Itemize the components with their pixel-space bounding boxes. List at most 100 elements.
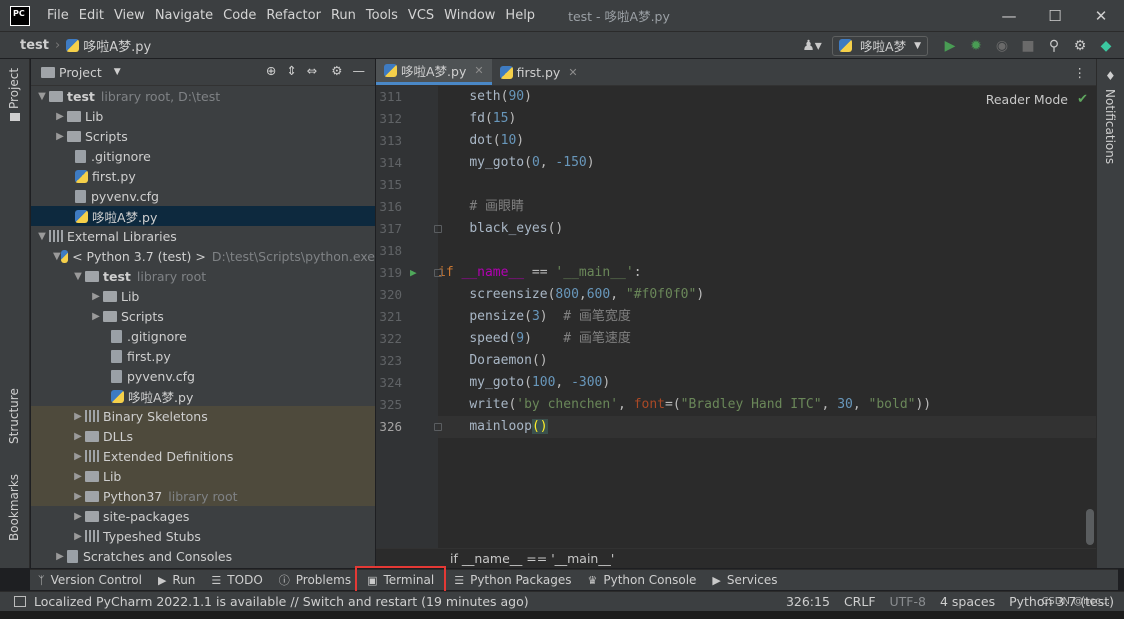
- tree-node[interactable]: pyvenv.cfg: [31, 366, 375, 386]
- chevron-right-icon[interactable]: ▶: [53, 131, 67, 142]
- chevron-right-icon[interactable]: ▶: [71, 471, 85, 482]
- tree-node[interactable]: first.py: [31, 166, 375, 186]
- run-config-selector[interactable]: 哆啦A梦 ▼: [832, 35, 928, 56]
- close-icon[interactable]: ✕: [474, 64, 483, 77]
- fold-icon[interactable]: [434, 423, 442, 431]
- gear-icon[interactable]: ⚙: [1070, 36, 1090, 56]
- menu-window[interactable]: Window: [439, 8, 500, 23]
- chevron-right-icon[interactable]: ▶: [71, 491, 85, 502]
- chevron-right-icon[interactable]: ▶: [53, 551, 67, 562]
- user-icon[interactable]: ♟▾: [798, 36, 826, 56]
- tree-node[interactable]: ▼ test library root, D:\test: [31, 86, 375, 106]
- hide-icon[interactable]: —: [353, 63, 366, 78]
- chevron-right-icon[interactable]: ▶: [89, 291, 103, 302]
- gear-icon[interactable]: ⚙: [331, 63, 342, 78]
- chevron-right-icon[interactable]: ▶: [71, 511, 85, 522]
- terminal-button[interactable]: ▣ Terminal: [355, 565, 447, 595]
- file-encoding[interactable]: UTF-8: [890, 594, 926, 609]
- tree-node[interactable]: ▶ Lib: [31, 286, 375, 306]
- menu-code[interactable]: Code: [218, 8, 261, 23]
- menu-view[interactable]: View: [109, 8, 150, 23]
- python-console-button[interactable]: ♛ Python Console: [579, 570, 704, 591]
- status-message[interactable]: Localized PyCharm 2022.1.1 is available …: [14, 594, 529, 609]
- breadcrumb-file[interactable]: 哆啦A梦.py: [83, 36, 151, 55]
- maximize-icon[interactable]: ☐: [1032, 0, 1078, 31]
- project-panel-title[interactable]: Project: [59, 65, 102, 80]
- tree-node[interactable]: ▶ Typeshed Stubs: [31, 526, 375, 546]
- chevron-right-icon[interactable]: ▶: [53, 111, 67, 122]
- tree-node[interactable]: ▶ Extended Definitions: [31, 446, 375, 466]
- tree-node[interactable]: ▶ Lib: [31, 466, 375, 486]
- vertical-scrollbar[interactable]: [1086, 509, 1094, 545]
- run-button[interactable]: ▶ Run: [150, 570, 203, 591]
- run-icon[interactable]: ▶: [940, 36, 960, 56]
- notifications-tool-button[interactable]: Notifications: [1103, 89, 1117, 164]
- fold-icon[interactable]: [434, 269, 442, 277]
- tree-node[interactable]: pyvenv.cfg: [31, 186, 375, 206]
- tab-doraemon[interactable]: 哆啦A梦.py ✕: [376, 59, 492, 85]
- breadcrumb-project[interactable]: test: [20, 38, 49, 53]
- locate-icon[interactable]: ⊕: [266, 63, 276, 78]
- tree-node[interactable]: ▼ < Python 3.7 (test) > D:\test\Scripts\py…: [31, 246, 375, 266]
- services-button[interactable]: ▶ Services: [704, 570, 785, 591]
- tree-node[interactable]: .gitignore: [31, 326, 375, 346]
- menu-tools[interactable]: Tools: [361, 8, 403, 23]
- tree-node[interactable]: ▶ Scripts: [31, 126, 375, 146]
- tree-node[interactable]: ▶ Binary Skeletons: [31, 406, 375, 426]
- tree-node[interactable]: .gitignore: [31, 146, 375, 166]
- indent-setting[interactable]: 4 spaces: [940, 594, 995, 609]
- todo-button[interactable]: ☰ TODO: [203, 570, 270, 591]
- debug-icon[interactable]: ✹: [966, 36, 986, 56]
- chevron-down-icon[interactable]: ▼: [71, 271, 85, 282]
- problems-button[interactable]: ⓘ Problems: [271, 570, 359, 591]
- chevron-down-icon[interactable]: ▼: [53, 251, 61, 262]
- menu-help[interactable]: Help: [500, 8, 540, 23]
- reader-mode-button[interactable]: Reader Mode: [986, 92, 1068, 107]
- chevron-right-icon[interactable]: ▶: [71, 531, 85, 542]
- expand-all-icon[interactable]: ⇕: [286, 63, 296, 78]
- menu-edit[interactable]: Edit: [74, 8, 109, 23]
- jetbrains-icon[interactable]: ◆: [1096, 36, 1116, 56]
- fold-icon[interactable]: [434, 225, 442, 233]
- chevron-right-icon[interactable]: ▶: [89, 311, 103, 322]
- tree-node[interactable]: ▶ Scratches and Consoles: [31, 546, 375, 566]
- tree-node[interactable]: ▶ Scripts: [31, 306, 375, 326]
- chevron-right-icon[interactable]: ▶: [71, 451, 85, 462]
- tree-node[interactable]: 哆啦A梦.py: [31, 386, 375, 406]
- chevron-down-icon[interactable]: ▼: [35, 91, 49, 102]
- collapse-all-icon[interactable]: ⇔: [307, 63, 317, 78]
- menu-refactor[interactable]: Refactor: [261, 8, 326, 23]
- tree-node[interactable]: ▼ External Libraries: [31, 226, 375, 246]
- menu-run[interactable]: Run: [326, 8, 361, 23]
- line-separator[interactable]: CRLF: [844, 594, 876, 609]
- tab-first[interactable]: first.py ✕: [492, 59, 586, 85]
- coverage-icon[interactable]: ◉: [992, 36, 1012, 56]
- chevron-right-icon[interactable]: ▶: [71, 411, 85, 422]
- stop-icon[interactable]: ■: [1018, 36, 1038, 56]
- tree-node[interactable]: ▼ test library root: [31, 266, 375, 286]
- menu-vcs[interactable]: VCS: [403, 8, 439, 23]
- minimize-icon[interactable]: —: [986, 0, 1032, 31]
- tree-node[interactable]: ▶ Lib: [31, 106, 375, 126]
- tree-node[interactable]: ▶ site-packages: [31, 506, 375, 526]
- code-area[interactable]: 311 seth(90) 312 fd(15) 313 dot(10) 314 …: [379, 86, 1096, 548]
- tree-node[interactable]: ▶ Python37 library root: [31, 486, 375, 506]
- run-gutter-icon[interactable]: ▶: [410, 262, 417, 284]
- search-icon[interactable]: ⚲: [1044, 36, 1064, 56]
- tree-node[interactable]: first.py: [31, 346, 375, 366]
- menu-file[interactable]: File: [42, 8, 74, 23]
- python-packages-button[interactable]: ☰ Python Packages: [446, 570, 579, 591]
- chevron-down-icon[interactable]: ▼: [35, 231, 49, 242]
- caret-position[interactable]: 326:15: [786, 594, 830, 609]
- tree-node-selected[interactable]: 哆啦A梦.py: [31, 206, 375, 226]
- checkmark-icon[interactable]: ✔: [1077, 92, 1088, 107]
- more-icon[interactable]: ⋮: [1064, 59, 1097, 85]
- structure-tool-button[interactable]: Structure: [7, 388, 21, 444]
- close-icon[interactable]: ✕: [568, 66, 577, 79]
- menu-navigate[interactable]: Navigate: [150, 8, 218, 23]
- panel-toggle-icon[interactable]: [14, 596, 26, 607]
- tree-node[interactable]: ▶ DLLs: [31, 426, 375, 446]
- project-tool-button[interactable]: Project: [7, 68, 21, 109]
- chevron-right-icon[interactable]: ▶: [71, 431, 85, 442]
- code-breadcrumb[interactable]: if __name__ == '__main__': [376, 548, 1096, 568]
